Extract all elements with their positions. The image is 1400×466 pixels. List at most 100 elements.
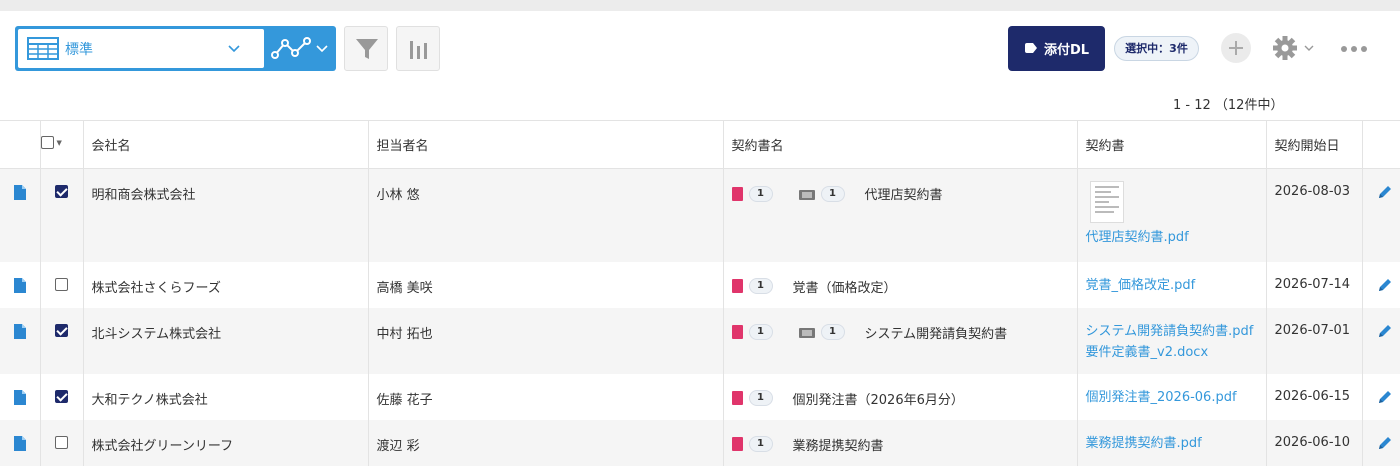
detail-cell[interactable]	[0, 307, 40, 374]
person-cell: 渡辺 彩	[367, 419, 723, 466]
pencil-icon[interactable]	[1377, 184, 1393, 200]
document-icon[interactable]	[13, 277, 26, 293]
record-table: ▼ 会社名 担当者名 契約書名 契約書 契約開始日 明和商会株式会社 小林 悠11…	[0, 120, 1400, 466]
file-link[interactable]: 業務提携契約書.pdf	[1086, 433, 1266, 454]
funnel-icon	[356, 39, 378, 59]
contract-title: 覚書（価格改定）	[792, 280, 897, 296]
document-icon[interactable]	[13, 389, 26, 405]
contract-count[interactable]: 1	[748, 185, 773, 202]
contract-count[interactable]: 1	[748, 324, 773, 340]
edit-cell[interactable]	[1361, 373, 1400, 420]
row-checkbox[interactable]	[55, 435, 68, 449]
company-cell: 大和テクノ株式会社	[82, 373, 368, 420]
toolbar: 標準 添付DL 選択中：3件 1 - 12 （12件中）	[0, 11, 1400, 120]
book-icon	[731, 391, 743, 405]
file-link[interactable]: 覚書_価格改定.pdf	[1086, 275, 1266, 296]
table-row[interactable]: 北斗システム株式会社 中村 拓也 1 1 システム開発請負契約書 システム開発請負契約書.…	[0, 307, 1400, 374]
header-edit	[1361, 120, 1400, 169]
settings-button[interactable]	[1272, 35, 1318, 61]
pencil-icon[interactable]	[1377, 277, 1393, 293]
header-person[interactable]: 担当者名	[367, 120, 723, 169]
checkbox-cell[interactable]	[39, 168, 83, 262]
document-icon[interactable]	[13, 323, 26, 339]
detail-cell[interactable]	[0, 168, 40, 262]
file-link[interactable]: 代理店契約書.pdf	[1086, 227, 1266, 248]
caret-down-icon[interactable]: ▼	[57, 139, 62, 147]
contract-title: 代理店契約書	[864, 188, 943, 203]
header-start-date[interactable]: 契約開始日	[1265, 120, 1362, 169]
graph-view-icon[interactable]	[271, 37, 311, 61]
table-row[interactable]: 株式会社グリーンリーフ 渡辺 彩 1 業務提携契約書 業務提携契約書.pdf 2026-0…	[0, 419, 1400, 466]
image-attachment-icon	[798, 328, 815, 338]
filter-button[interactable]	[344, 26, 388, 71]
person-cell: 高橋 美咲	[367, 261, 723, 308]
row-checkbox[interactable]	[55, 277, 68, 291]
add-record-button[interactable]	[1221, 33, 1251, 63]
header-detail	[0, 120, 40, 169]
contract-file-cell: 覚書_価格改定.pdf	[1076, 261, 1266, 308]
more-options-button[interactable]	[1340, 41, 1370, 55]
table-row[interactable]: 株式会社さくらフーズ 高橋 美咲 1 覚書（価格改定） 覚書_価格改定.pdf 2026-…	[0, 261, 1400, 308]
bar-chart-icon	[410, 41, 427, 59]
edit-cell[interactable]	[1361, 168, 1400, 262]
file-link[interactable]: システム開発請負契約書.pdf	[1086, 321, 1266, 342]
detail-cell[interactable]	[0, 373, 40, 420]
document-icon[interactable]	[13, 185, 26, 200]
contract-count[interactable]: 1	[748, 278, 773, 294]
header-checkbox[interactable]: ▼	[39, 120, 83, 169]
edit-cell[interactable]	[1361, 261, 1400, 308]
attachment-download-button[interactable]: 添付DL	[1008, 26, 1105, 71]
selection-badge: 選択中：3件	[1114, 36, 1199, 61]
view-name: 標準	[65, 42, 93, 58]
checkbox-cell[interactable]	[39, 373, 83, 420]
edit-cell[interactable]	[1361, 419, 1400, 466]
detail-cell[interactable]	[0, 261, 40, 308]
chevron-down-icon[interactable]	[315, 41, 329, 55]
pdf-thumbnail[interactable]	[1089, 181, 1124, 223]
table-row[interactable]: 大和テクノ株式会社 佐藤 花子 1 個別発注書（2026年6月分） 個別発注書_2026…	[0, 373, 1400, 420]
pencil-icon[interactable]	[1377, 323, 1393, 339]
header-contract-file[interactable]: 契約書	[1076, 120, 1266, 169]
file-link[interactable]: 個別発注書_2026-06.pdf	[1086, 387, 1266, 408]
file-link[interactable]: 要件定義書_v2.docx	[1086, 342, 1266, 363]
start-date-cell: 2026-06-10	[1265, 419, 1362, 466]
start-date-cell: 2026-07-14	[1265, 261, 1362, 308]
contract-name-cell: 1 1 システム開発請負契約書	[722, 307, 1077, 374]
contract-name-cell: 1 1 代理店契約書	[722, 168, 1077, 262]
contract-file-cell: 個別発注書_2026-06.pdf	[1076, 373, 1266, 420]
row-checkbox[interactable]	[55, 185, 68, 198]
download-label: 添付DL	[1044, 43, 1090, 58]
pencil-icon[interactable]	[1377, 435, 1393, 451]
contract-count[interactable]: 1	[748, 390, 773, 406]
contract-count[interactable]: 1	[748, 436, 773, 452]
view-dropdown[interactable]: 標準	[18, 29, 264, 68]
aggregate-button[interactable]	[396, 26, 440, 71]
company-cell: 明和商会株式会社	[82, 168, 368, 262]
row-checkbox[interactable]	[55, 323, 68, 337]
header-contract-name[interactable]: 契約書名	[722, 120, 1077, 169]
attachment-count[interactable]: 1	[820, 185, 845, 202]
header-company[interactable]: 会社名	[82, 120, 368, 169]
start-date-cell: 2026-07-01	[1265, 307, 1362, 374]
checkbox-cell[interactable]	[39, 261, 83, 308]
checkbox-cell[interactable]	[39, 419, 83, 466]
pencil-icon[interactable]	[1377, 389, 1393, 405]
table-row[interactable]: 明和商会株式会社 小林 悠 1 1 代理店契約書 代理店契約書.pdf 2026-08-03	[0, 168, 1400, 262]
book-icon	[731, 186, 743, 201]
checkbox-cell[interactable]	[39, 307, 83, 374]
book-icon	[731, 325, 743, 339]
edit-cell[interactable]	[1361, 307, 1400, 374]
company-cell: 北斗システム株式会社	[82, 307, 368, 374]
start-date-cell: 2026-08-03	[1265, 168, 1362, 262]
chevron-down-icon	[228, 45, 240, 53]
select-all-checkbox[interactable]	[40, 136, 54, 149]
row-checkbox[interactable]	[55, 389, 68, 403]
view-selector[interactable]: 標準	[15, 26, 336, 71]
top-strip	[0, 0, 1400, 11]
attachment-count[interactable]: 1	[820, 324, 845, 340]
detail-cell[interactable]	[0, 419, 40, 466]
document-icon[interactable]	[13, 435, 26, 451]
contract-title: 業務提携契約書	[792, 438, 884, 454]
contract-file-cell: 業務提携契約書.pdf	[1076, 419, 1266, 466]
start-date-cell: 2026-06-15	[1265, 373, 1362, 420]
